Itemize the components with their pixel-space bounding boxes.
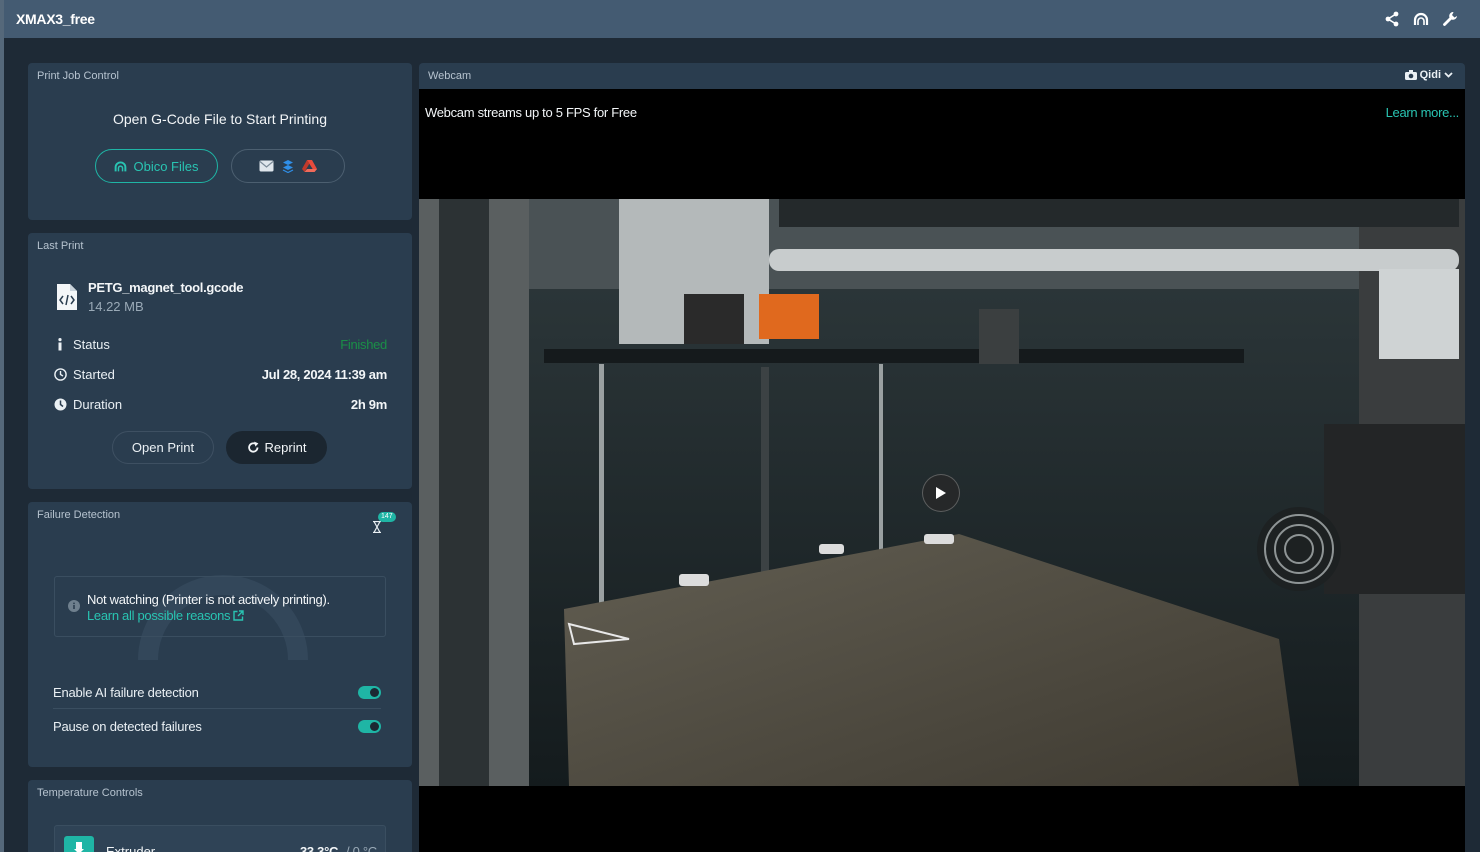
reprint-button[interactable]: Reprint <box>226 431 327 464</box>
not-watching-message: Not watching (Printer is not actively pr… <box>87 592 330 607</box>
play-icon <box>936 487 946 499</box>
play-button[interactable] <box>922 474 960 512</box>
cloud-storage-button[interactable] <box>231 149 345 183</box>
fps-notice: Webcam streams up to 5 FPS for Free <box>425 105 637 120</box>
status-label: Status <box>73 336 110 352</box>
temperature-controls-card: Temperature Controls Extruder 33.3°C / 0… <box>28 780 412 852</box>
ai-detection-toggle-row: Enable AI failure detection <box>53 677 381 709</box>
dropbox-icon <box>282 160 294 173</box>
card-title: Webcam <box>428 70 472 82</box>
extruder-temperature-row[interactable]: Extruder 33.3°C / 0 °C <box>54 825 386 852</box>
stopwatch-icon <box>53 397 67 411</box>
window-left-edge <box>0 0 4 852</box>
pause-on-failure-toggle-row: Pause on detected failures <box>53 710 381 742</box>
ai-hours-indicator[interactable]: 147 <box>372 512 398 534</box>
ai-detection-switch[interactable] <box>358 686 381 699</box>
obico-logo-icon[interactable] <box>1412 9 1429 29</box>
learn-reasons-link[interactable]: Learn all possible reasons <box>87 608 244 623</box>
last-print-file-name[interactable]: PETG_magnet_tool.gcode <box>88 280 244 295</box>
card-title: Failure Detection <box>37 509 121 521</box>
duration-value: 2h 9m <box>350 396 387 412</box>
heater-target-temp: / 0 °C <box>346 844 377 852</box>
status-row: Status Finished <box>53 334 387 354</box>
obico-files-label: Obico Files <box>133 158 199 174</box>
code-file-icon <box>57 284 77 310</box>
top-bar: XMAX3_free <box>4 0 1480 38</box>
open-print-button[interactable]: Open Print <box>112 431 214 464</box>
ai-hours-badge: 147 <box>378 512 396 522</box>
card-title: Temperature Controls <box>37 787 143 799</box>
card-title: Print Job Control <box>37 70 119 82</box>
external-link-icon <box>233 610 244 621</box>
started-label: Started <box>73 366 115 382</box>
mail-icon <box>259 160 274 172</box>
google-drive-icon <box>302 160 317 172</box>
not-watching-notice: Not watching (Printer is not actively pr… <box>54 576 386 637</box>
obico-logo-icon <box>115 161 127 171</box>
camera-icon <box>1404 70 1417 80</box>
last-print-file-size: 14.22 MB <box>88 299 144 314</box>
started-value: Jul 28, 2024 11:39 am <box>261 366 388 382</box>
wrench-icon[interactable] <box>1441 9 1458 29</box>
last-print-card: Last Print PETG_magnet_tool.gcode 14.22 … <box>28 233 412 489</box>
open-gcode-heading: Open G-Code File to Start Printing <box>113 111 327 127</box>
failure-detection-card: Failure Detection 147 Not watching (Prin… <box>28 502 412 767</box>
chevron-down-icon <box>1444 72 1453 78</box>
webcam-card: Webcam Qidi Webcam streams up to 5 FPS f… <box>419 63 1465 852</box>
info-circle-icon <box>68 600 80 612</box>
learn-more-link[interactable]: Learn more... <box>1386 105 1460 120</box>
pause-on-failure-switch[interactable] <box>358 719 381 733</box>
reprint-label: Reprint <box>264 440 307 455</box>
duration-row: Duration 2h 9m <box>53 394 387 414</box>
clock-icon <box>53 367 67 381</box>
heater-name: Extruder <box>106 844 156 852</box>
redo-icon <box>247 441 258 453</box>
learn-reasons-label: Learn all possible reasons <box>87 608 231 623</box>
status-value: Finished <box>340 336 387 352</box>
extruder-icon <box>64 836 94 852</box>
top-bar-actions <box>1383 9 1458 29</box>
ai-detection-label: Enable AI failure detection <box>53 685 199 700</box>
heater-current-temp: 33.3°C <box>300 844 339 852</box>
pause-on-failure-label: Pause on detected failures <box>53 718 202 734</box>
share-icon[interactable] <box>1383 9 1400 29</box>
duration-label: Duration <box>73 396 123 412</box>
camera-selector[interactable]: Qidi <box>1404 69 1453 81</box>
obico-files-button[interactable]: Obico Files <box>95 149 218 183</box>
print-job-control-card: Print Job Control Open G-Code File to St… <box>28 63 412 220</box>
hourglass-icon <box>373 521 381 533</box>
webcam-feed[interactable] <box>419 199 1465 786</box>
card-title: Last Print <box>37 240 84 252</box>
webcam-stream-area: Webcam streams up to 5 FPS for Free Lear… <box>419 89 1465 852</box>
printer-name: XMAX3_free <box>16 11 95 27</box>
info-icon <box>53 337 67 351</box>
camera-name: Qidi <box>1419 69 1441 81</box>
started-row: Started Jul 28, 2024 11:39 am <box>53 364 387 384</box>
